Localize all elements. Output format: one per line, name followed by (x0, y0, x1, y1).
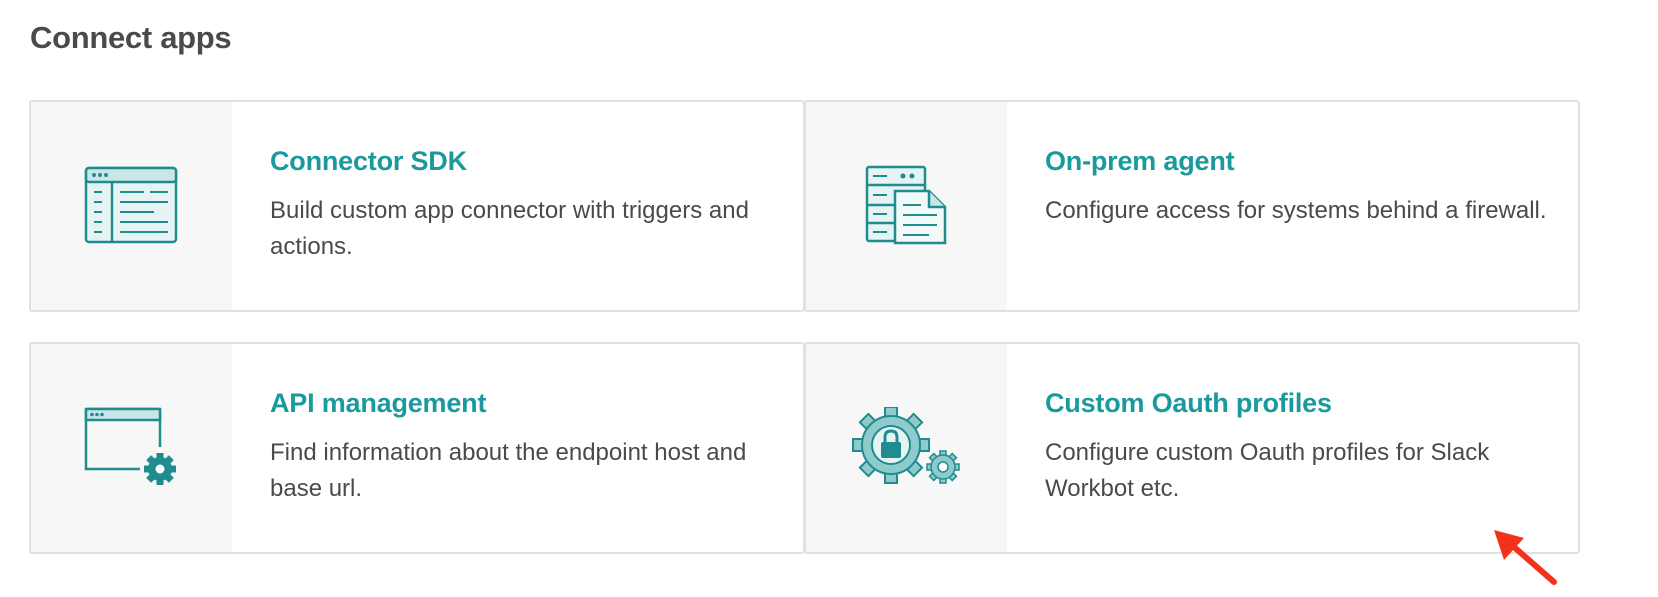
card-title[interactable]: On-prem agent (1045, 146, 1547, 177)
card-api-management[interactable]: API management Find information about th… (29, 342, 805, 554)
on-prem-agent-icon (865, 165, 946, 245)
card-title[interactable]: API management (270, 388, 773, 419)
card-connector-sdk[interactable]: Connector SDK Build custom app connector… (29, 100, 805, 312)
card-description: Build custom app connector with triggers… (270, 197, 749, 260)
gear-icon (143, 453, 176, 485)
card-icon-area (31, 344, 232, 552)
card-body: Connector SDK Build custom app connector… (232, 102, 803, 310)
card-description: Configure access for systems behind a fi… (1045, 197, 1547, 224)
connector-sdk-icon (84, 166, 177, 244)
card-body: Custom Oauth profiles Configure custom O… (1007, 344, 1578, 552)
card-on-prem-agent[interactable]: On-prem agent Configure access for syste… (804, 100, 1580, 312)
card-icon-area (31, 102, 232, 310)
card-title[interactable]: Connector SDK (270, 146, 773, 177)
card-icon-area (806, 102, 1007, 310)
api-management-icon (84, 407, 176, 485)
annotation-arrow-icon (1494, 530, 1557, 585)
connect-apps-page: Connect apps Connector SDK Build custom … (0, 0, 1658, 597)
card-icon-area (806, 344, 1007, 552)
card-description: Find information about the endpoint host… (270, 439, 747, 502)
card-body: API management Find information about th… (232, 344, 803, 552)
card-title[interactable]: Custom Oauth profiles (1045, 388, 1548, 419)
oauth-gears-lock-icon (851, 407, 960, 484)
card-body: On-prem agent Configure access for syste… (1007, 102, 1577, 310)
card-description: Configure custom Oauth profiles for Slac… (1045, 439, 1490, 502)
card-custom-oauth-profiles[interactable]: Custom Oauth profiles Configure custom O… (804, 342, 1580, 554)
page-title: Connect apps (30, 20, 232, 55)
